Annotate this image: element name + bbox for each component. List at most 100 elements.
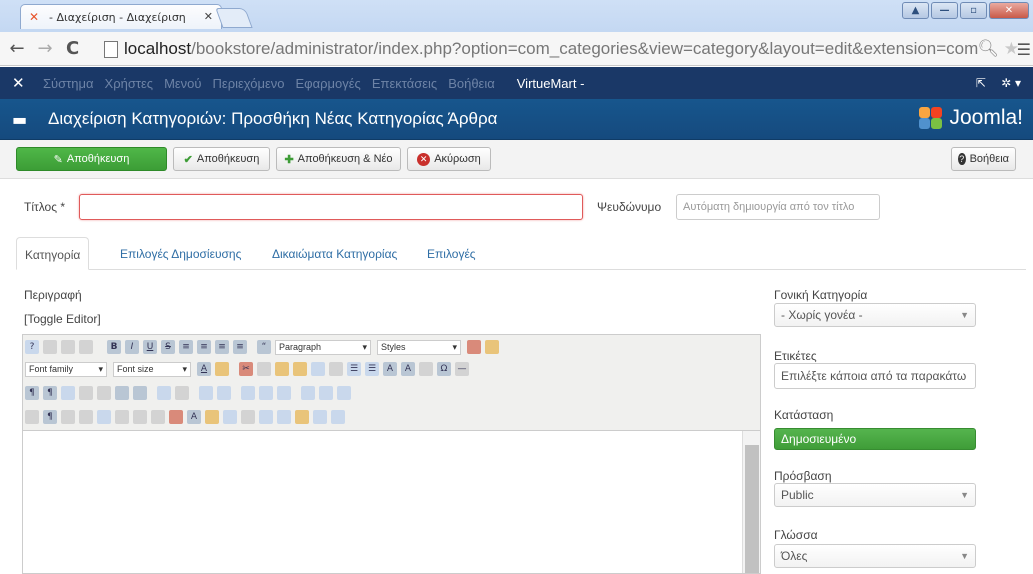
brush-icon[interactable] [485, 340, 499, 354]
pilcrow-icon[interactable]: ¶ [43, 410, 57, 424]
menu-extensions[interactable]: Επεκτάσεις [372, 76, 437, 91]
editor-scrollbar[interactable] [742, 431, 760, 573]
redo-icon[interactable] [79, 340, 93, 354]
font-family-select[interactable]: Font family ▾ [25, 361, 107, 377]
help-button[interactable]: ? Βοήθεια [951, 147, 1016, 171]
menu-system[interactable]: Σύστημα [43, 76, 94, 91]
grid-icon[interactable] [25, 410, 39, 424]
tab-publishing[interactable]: Επιλογές Δημοσίευσης [112, 237, 249, 270]
horizontal-rule-icon[interactable]: — [455, 362, 469, 376]
numbered-list-icon[interactable]: ☰ [365, 362, 379, 376]
zoom-star-icons[interactable]: 🔍︎ ★ [977, 39, 1019, 59]
italic-icon[interactable]: I [125, 340, 139, 354]
bold-icon[interactable]: B [107, 340, 121, 354]
outdent-icon[interactable] [199, 386, 213, 400]
find-icon[interactable] [115, 386, 129, 400]
table-row-icon[interactable] [259, 386, 273, 400]
indent-icon[interactable] [217, 386, 231, 400]
bullet-list-icon[interactable]: ☰ [347, 362, 361, 376]
copy-icon[interactable] [257, 362, 271, 376]
paste-text-icon[interactable] [293, 362, 307, 376]
new-document-icon[interactable] [43, 340, 57, 354]
align-justify-icon[interactable]: ≡ [233, 340, 247, 354]
table-col-icon[interactable] [277, 386, 291, 400]
save-new-button[interactable]: ✚ Αποθήκευση & Νέο [276, 147, 401, 171]
cite-icon[interactable] [115, 410, 129, 424]
merge-cells-icon[interactable] [319, 386, 333, 400]
align-right-icon[interactable]: ≡ [215, 340, 229, 354]
visualaid-icon[interactable] [313, 410, 327, 424]
undo-icon[interactable] [61, 340, 75, 354]
acronym-icon[interactable] [133, 410, 147, 424]
menu-components[interactable]: Εφαρμογές [296, 76, 361, 91]
nonbreaking-icon[interactable] [241, 410, 255, 424]
eraser-icon[interactable] [467, 340, 481, 354]
template-icon[interactable] [61, 410, 75, 424]
emoticons-icon[interactable] [295, 410, 309, 424]
editor-scroll-thumb[interactable] [745, 445, 759, 573]
tab-category[interactable]: Κατηγορία [16, 237, 90, 270]
rtl-icon[interactable]: ¶ [43, 386, 57, 400]
menu-menus[interactable]: Μενού [164, 76, 201, 91]
save-button[interactable]: ✎ Αποθήκευση [16, 147, 167, 171]
replace-icon[interactable] [133, 386, 147, 400]
special-char-icon[interactable]: Ω [437, 362, 451, 376]
image-icon[interactable] [157, 386, 171, 400]
split-cells-icon[interactable] [337, 386, 351, 400]
align-left-icon[interactable]: ≡ [179, 340, 193, 354]
preview-icon[interactable] [79, 386, 93, 400]
strikethrough-icon[interactable]: S [161, 340, 175, 354]
subscript-icon[interactable]: A [383, 362, 397, 376]
anchor-icon[interactable] [223, 410, 237, 424]
forward-button[interactable]: → [34, 38, 56, 59]
alias-input[interactable]: Αυτόματη δημιουργία από τον τίτλο [676, 194, 880, 220]
pagebreak-icon[interactable] [259, 410, 273, 424]
help-icon[interactable]: ? [25, 340, 39, 354]
tags-input[interactable]: Επιλέξτε κάποια από τα παρακάτω [774, 363, 976, 389]
new-tab-button[interactable] [215, 8, 253, 28]
text-color-icon[interactable]: A [197, 362, 211, 376]
browser-menu-icon[interactable]: ☰ [1017, 40, 1031, 59]
underline-icon[interactable]: U [143, 340, 157, 354]
print-icon[interactable] [97, 386, 111, 400]
media-icon[interactable] [205, 410, 219, 424]
close-window-button[interactable]: ✕ [989, 2, 1029, 19]
paste-icon[interactable] [275, 362, 289, 376]
del-icon[interactable] [169, 410, 183, 424]
menu-help[interactable]: Βοήθεια [448, 76, 495, 91]
joomla-logo-icon[interactable]: ✕ [12, 74, 32, 92]
close-tab-icon[interactable]: ✕ [204, 10, 213, 23]
abbreviation-icon[interactable] [97, 410, 111, 424]
cancel-button[interactable]: ✕ Ακύρωση [407, 147, 491, 171]
toggle-editor-link[interactable]: [Toggle Editor] [24, 312, 101, 326]
visualchars-icon[interactable] [331, 410, 345, 424]
address-bar[interactable]: localhost/bookstore/administrator/index.… [104, 37, 1019, 61]
admin-right-icons[interactable]: ⇱ ✲ ▾ [976, 76, 1021, 90]
align-center-icon[interactable]: ≡ [197, 340, 211, 354]
cut-icon[interactable]: ✂ [239, 362, 253, 376]
access-select[interactable]: Public ▼ [774, 483, 976, 507]
reload-button[interactable]: C [66, 38, 79, 59]
browser-tab[interactable]: ✕ - Διαχείριση - Διαχείριση ✕ [20, 4, 222, 29]
table-icon[interactable] [241, 386, 255, 400]
fullscreen-icon[interactable] [61, 386, 75, 400]
save-close-button[interactable]: ✔ Αποθήκευση [173, 147, 270, 171]
format-select[interactable]: Paragraph ▾ [275, 339, 371, 355]
ltr-icon[interactable]: ¶ [25, 386, 39, 400]
style-icon[interactable] [419, 362, 433, 376]
layer-icon[interactable] [79, 410, 93, 424]
tab-permissions[interactable]: Δικαιώματα Κατηγορίας [264, 237, 405, 270]
attributes-icon[interactable]: A [187, 410, 201, 424]
styles-select[interactable]: Styles ▾ [377, 339, 461, 355]
maximize-button[interactable]: ▫ [960, 2, 987, 19]
language-select[interactable]: Όλες ▼ [774, 544, 976, 568]
blockquote-icon[interactable]: “ [257, 340, 271, 354]
menu-virtuemart[interactable]: VirtueMart - [517, 76, 585, 91]
menu-content[interactable]: Περιεχόμενο [213, 76, 285, 91]
menu-users[interactable]: Χρήστες [105, 76, 154, 91]
minimize-button[interactable]: — [931, 2, 958, 19]
status-select[interactable]: Δημοσιευμένο [774, 428, 976, 450]
link-icon[interactable] [175, 386, 189, 400]
user-icon[interactable]: ▲ [902, 2, 929, 19]
superscript-icon[interactable]: A [401, 362, 415, 376]
